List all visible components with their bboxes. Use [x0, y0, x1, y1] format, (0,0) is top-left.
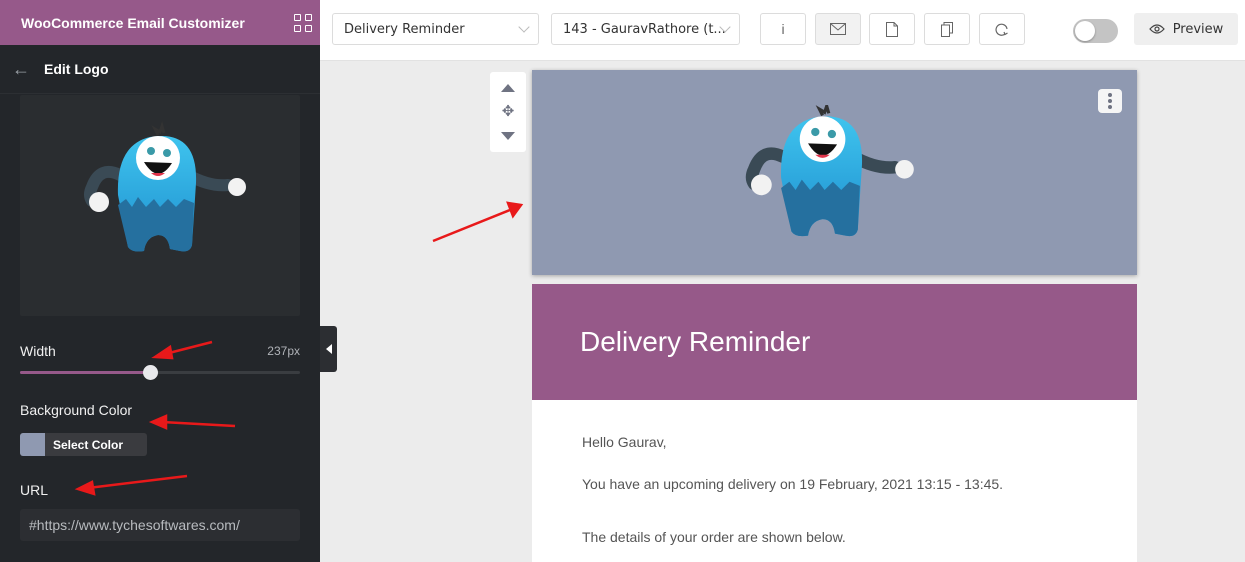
panel-title: Edit Logo — [44, 61, 109, 77]
sidebar-header: WooCommerce Email Customizer — [0, 0, 320, 45]
email-template-select[interactable]: Delivery Reminder — [332, 13, 539, 45]
email-delivery-line: You have an upcoming delivery on 19 Febr… — [582, 476, 1004, 492]
app-title: WooCommerce Email Customizer — [21, 14, 245, 31]
back-arrow-icon[interactable]: ← — [12, 59, 32, 79]
background-color-label: Background Color — [20, 402, 133, 418]
eye-icon — [1148, 24, 1165, 34]
width-slider-fill — [20, 371, 151, 374]
url-label: URL — [20, 482, 49, 498]
email-body-block[interactable]: Hello Gaurav, You have an upcoming deliv… — [532, 400, 1137, 562]
reset-icon — [995, 23, 1008, 36]
info-button[interactable]: i — [760, 13, 806, 45]
move-down-icon[interactable] — [501, 132, 515, 140]
mail-icon — [830, 23, 846, 35]
email-details-line: The details of your order are shown belo… — [582, 529, 846, 545]
move-up-icon[interactable] — [501, 84, 515, 92]
monster-logo-image — [84, 120, 246, 252]
email-template-select-value: Delivery Reminder — [344, 21, 465, 37]
toggle-knob — [1075, 21, 1095, 41]
copy-button[interactable] — [924, 13, 970, 45]
color-swatch — [20, 433, 45, 456]
collapse-sidebar-button[interactable] — [320, 326, 337, 372]
width-slider-handle[interactable] — [143, 365, 159, 380]
document-button[interactable] — [869, 13, 915, 45]
top-toolbar: Delivery Reminder 143 - GauravRathore (t… — [320, 0, 1245, 61]
email-header-title: Delivery Reminder — [580, 326, 811, 357]
email-logo-block[interactable] — [532, 70, 1137, 275]
width-slider[interactable] — [20, 365, 300, 380]
collapse-left-icon — [325, 344, 332, 354]
block-move-controls: ✥ — [490, 72, 526, 152]
document-icon — [886, 21, 898, 37]
order-select-value: 143 - GauravRathore (t... — [563, 21, 726, 37]
toggle-switch[interactable] — [1073, 19, 1118, 43]
width-value: 237px — [267, 344, 300, 358]
email-header-block[interactable]: Delivery Reminder — [532, 284, 1137, 400]
email-greeting: Hello Gaurav, — [582, 434, 667, 450]
order-select[interactable]: 143 - GauravRathore (t... — [551, 13, 740, 45]
select-color-label: Select Color — [53, 437, 124, 452]
panel-header: ← Edit Logo — [0, 45, 320, 94]
annotation-arrow — [432, 201, 524, 243]
url-input[interactable] — [20, 509, 300, 541]
chevron-down-icon — [518, 21, 530, 33]
block-options-button[interactable] — [1098, 89, 1122, 113]
preview-button[interactable]: Preview — [1134, 13, 1238, 45]
grid-menu-icon[interactable] — [294, 13, 312, 32]
info-icon: i — [781, 21, 785, 37]
drag-move-icon[interactable]: ✥ — [500, 104, 516, 120]
send-test-email-button[interactable] — [815, 13, 861, 45]
width-label: Width — [20, 343, 56, 359]
logo-preview[interactable] — [20, 95, 300, 316]
select-color-button[interactable]: Select Color — [20, 433, 147, 456]
sidebar: WooCommerce Email Customizer ← Edit Logo — [0, 0, 320, 562]
email-logo-image — [745, 105, 914, 237]
reset-button[interactable] — [979, 13, 1025, 45]
copy-icon — [941, 21, 953, 37]
preview-label: Preview — [1172, 21, 1224, 37]
